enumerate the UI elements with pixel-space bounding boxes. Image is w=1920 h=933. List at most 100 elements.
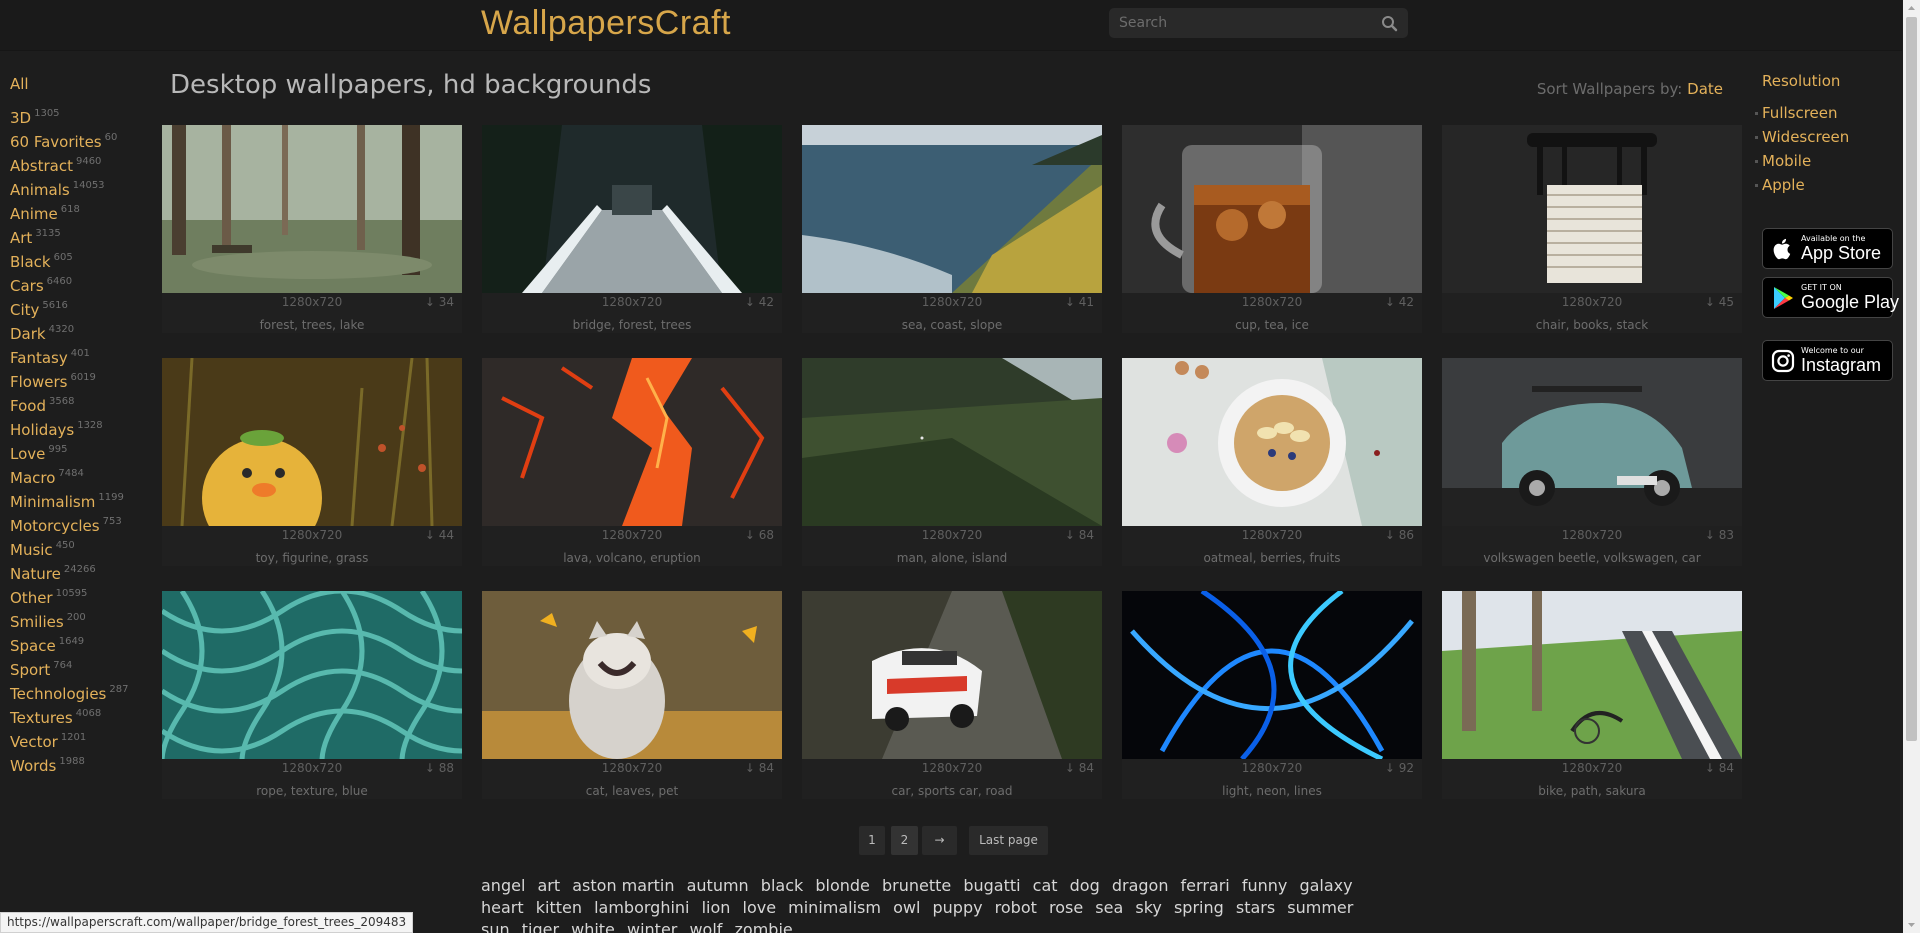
popular-tag-link[interactable]: lamborghini — [594, 898, 689, 917]
category-space[interactable]: Space 1649 — [10, 630, 160, 655]
category-cars[interactable]: Cars 6460 — [10, 270, 160, 295]
popular-tag-link[interactable]: aston martin — [572, 876, 674, 895]
wallpaper-thumbnail[interactable] — [1122, 125, 1422, 293]
resolution-mobile[interactable]: Mobile — [1755, 149, 1902, 173]
resolution-fullscreen[interactable]: Fullscreen — [1755, 101, 1902, 125]
category-city[interactable]: City 5616 — [10, 294, 160, 319]
popular-tag-link[interactable]: dragon — [1112, 876, 1169, 895]
popular-tag-link[interactable]: ferrari — [1181, 876, 1230, 895]
wallpaper-card-volkswagen-beetle[interactable]: 1280x720 ↓ 83 volkswagen beetle, volkswage… — [1442, 358, 1742, 566]
popular-tag-link[interactable]: spring — [1174, 898, 1224, 917]
wallpaper-card-toy-figurine-grass[interactable]: 1280x720 ↓ 44 toy, figurine, grass — [162, 358, 462, 566]
resolution-heading[interactable]: Resolution — [1762, 72, 1902, 90]
scrollbar-thumb[interactable] — [1906, 17, 1917, 741]
category-technologies[interactable]: Technologies 287 — [10, 678, 160, 703]
category-flowers[interactable]: Flowers 6019 — [10, 366, 160, 391]
resolution-apple[interactable]: Apple — [1755, 173, 1902, 197]
wallpaper-thumbnail[interactable] — [162, 125, 462, 293]
wallpaper-thumbnail[interactable] — [1442, 125, 1742, 293]
popular-tag-link[interactable]: tiger — [522, 920, 559, 933]
popular-tag-link[interactable]: black — [761, 876, 803, 895]
wallpaper-thumbnail[interactable] — [802, 591, 1102, 759]
popular-tag-link[interactable]: winter — [627, 920, 677, 933]
wallpaper-thumbnail[interactable] — [802, 358, 1102, 526]
category-abstract[interactable]: Abstract 9460 — [10, 150, 160, 175]
category-love[interactable]: Love 995 — [10, 438, 160, 463]
site-logo[interactable]: WallpapersCraft — [481, 4, 731, 43]
category-60-favorites[interactable]: 60 Favorites 60 — [10, 126, 160, 151]
popular-tag-link[interactable]: robot — [995, 898, 1037, 917]
wallpaper-thumbnail[interactable] — [482, 358, 782, 526]
category-smilies[interactable]: Smilies 200 — [10, 606, 160, 631]
popular-tag-link[interactable]: puppy — [932, 898, 982, 917]
wallpaper-thumbnail[interactable] — [482, 125, 782, 293]
category-motorcycles[interactable]: Motorcycles 753 — [10, 510, 160, 535]
wallpaper-card-man-alone-island[interactable]: 1280x720 ↓ 84 man, alone, island — [802, 358, 1102, 566]
popular-tag-link[interactable]: lion — [702, 898, 731, 917]
wallpaper-thumbnail[interactable] — [1442, 358, 1742, 526]
wallpaper-thumbnail[interactable] — [1442, 591, 1742, 759]
instagram-badge[interactable]: Welcome to our Instagram — [1762, 340, 1893, 381]
category-music[interactable]: Music 450 — [10, 534, 160, 559]
popular-tag-link[interactable]: bugatti — [963, 876, 1020, 895]
search-input[interactable] — [1119, 14, 1369, 32]
category-art[interactable]: Art 3135 — [10, 222, 160, 247]
wallpaper-card-car-sports-car-road[interactable]: 1280x720 ↓ 84 car, sports car, road — [802, 591, 1102, 799]
wallpaper-card-cup-tea-ice[interactable]: 1280x720 ↓ 42 cup, tea, ice — [1122, 125, 1422, 333]
page-2-button[interactable]: 2 — [891, 826, 918, 855]
category-minimalism[interactable]: Minimalism 1199 — [10, 486, 160, 511]
popular-tag-link[interactable]: kitten — [536, 898, 582, 917]
popular-tag-link[interactable]: wolf — [689, 920, 722, 933]
category-other[interactable]: Other 10595 — [10, 582, 160, 607]
last-page-button[interactable]: Last page — [969, 826, 1048, 855]
popular-tag-link[interactable]: brunette — [882, 876, 951, 895]
wallpaper-card-cat-leaves-pet[interactable]: 1280x720 ↓ 84 cat, leaves, pet — [482, 591, 782, 799]
category-sport[interactable]: Sport 764 — [10, 654, 160, 679]
scroll-down-arrow-icon[interactable] — [1903, 916, 1920, 933]
category-words[interactable]: Words 1988 — [10, 750, 160, 775]
wallpaper-card-light-neon-lines[interactable]: 1280x720 ↓ 92 light, neon, lines — [1122, 591, 1422, 799]
vertical-scrollbar[interactable] — [1903, 0, 1920, 933]
category-animals[interactable]: Animals 14053 — [10, 174, 160, 199]
wallpaper-thumbnail[interactable] — [1122, 358, 1422, 526]
category-food[interactable]: Food 3568 — [10, 390, 160, 415]
sort-value-date[interactable]: Date — [1687, 80, 1723, 98]
category-all[interactable]: All — [10, 72, 160, 96]
category-macro[interactable]: Macro 7484 — [10, 462, 160, 487]
popular-tag-link[interactable]: love — [743, 898, 777, 917]
popular-tag-link[interactable]: owl — [893, 898, 920, 917]
popular-tag-link[interactable]: art — [537, 876, 560, 895]
wallpaper-card-forest-trees-lake[interactable]: 1280x720 ↓ 34 forest, trees, lake — [162, 125, 462, 333]
category-fantasy[interactable]: Fantasy 401 — [10, 342, 160, 367]
wallpaper-card-oatmeal-berries-fruits[interactable]: 1280x720 ↓ 86 oatmeal, berries, fruits — [1122, 358, 1422, 566]
wallpaper-card-bridge-forest-trees[interactable]: 1280x720 ↓ 42 bridge, forest, trees — [482, 125, 782, 333]
resolution-widescreen[interactable]: Widescreen — [1755, 125, 1902, 149]
popular-tag-link[interactable]: funny — [1242, 876, 1288, 895]
popular-tag-link[interactable]: sky — [1135, 898, 1162, 917]
scroll-up-arrow-icon[interactable] — [1903, 0, 1920, 17]
popular-tag-link[interactable]: zombie — [735, 920, 793, 933]
wallpaper-card-sea-coast-slope[interactable]: 1280x720 ↓ 41 sea, coast, slope — [802, 125, 1102, 333]
popular-tag-link[interactable]: rose — [1049, 898, 1083, 917]
popular-tag-link[interactable]: blonde — [815, 876, 870, 895]
next-page-button[interactable]: → — [922, 826, 957, 855]
category-anime[interactable]: Anime 618 — [10, 198, 160, 223]
wallpaper-thumbnail[interactable] — [482, 591, 782, 759]
wallpaper-card-rope-texture-blue[interactable]: 1280x720 ↓ 88 rope, texture, blue — [162, 591, 462, 799]
wallpaper-card-chair-books-stack[interactable]: 1280x720 ↓ 45 chair, books, stack — [1442, 125, 1742, 333]
wallpaper-thumbnail[interactable] — [162, 358, 462, 526]
popular-tag-link[interactable]: minimalism — [788, 898, 881, 917]
popular-tag-link[interactable]: stars — [1236, 898, 1275, 917]
popular-tag-link[interactable]: sea — [1095, 898, 1123, 917]
wallpaper-thumbnail[interactable] — [162, 591, 462, 759]
popular-tag-link[interactable]: angel — [481, 876, 525, 895]
wallpaper-thumbnail[interactable] — [1122, 591, 1422, 759]
category-holidays[interactable]: Holidays 1328 — [10, 414, 160, 439]
category-textures[interactable]: Textures 4068 — [10, 702, 160, 727]
popular-tag-link[interactable]: heart — [481, 898, 524, 917]
wallpaper-thumbnail[interactable] — [802, 125, 1102, 293]
app-store-badge[interactable]: Available on the App Store — [1762, 228, 1893, 269]
popular-tag-link[interactable]: cat — [1033, 876, 1058, 895]
category-black[interactable]: Black 605 — [10, 246, 160, 271]
wallpaper-card-lava-volcano-eruption[interactable]: 1280x720 ↓ 68 lava, volcano, eruption — [482, 358, 782, 566]
